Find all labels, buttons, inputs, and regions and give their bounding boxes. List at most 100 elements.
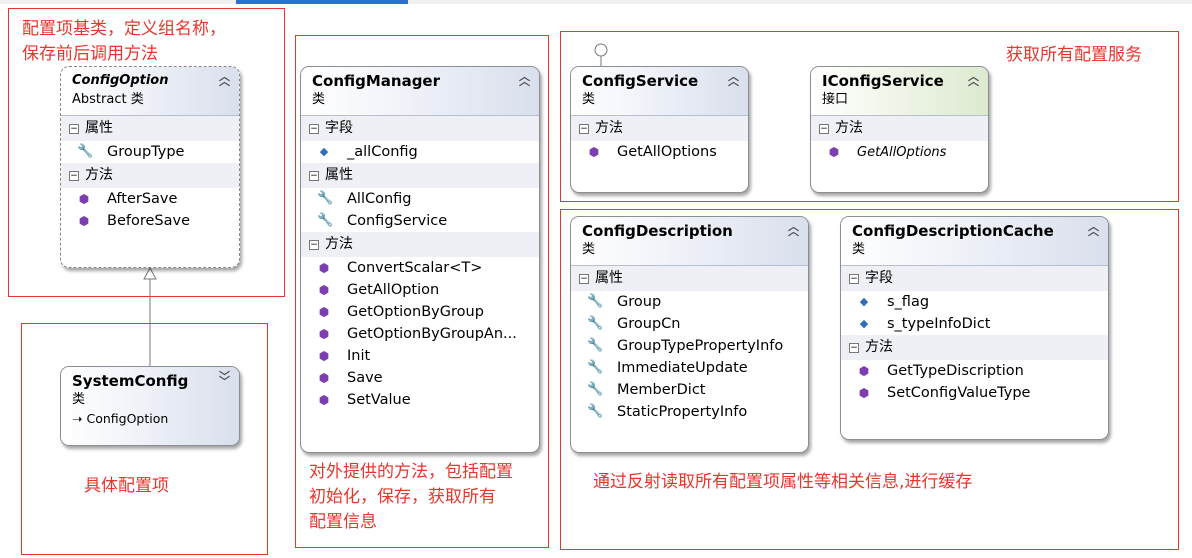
interface-name: IConfigService [822, 72, 944, 90]
class-header: SystemConfig 类 ➝ ConfigOption ﹀ ﹀ [61, 367, 239, 445]
active-tab-indicator [236, 0, 408, 4]
class-name: ConfigService [582, 72, 699, 90]
section-methods[interactable]: − 方法 [301, 232, 539, 257]
config-description-cache-class[interactable]: ConfigDescriptionCache 类 ︿ ︿ − 字段 ◆ s_flag … [840, 216, 1109, 440]
class-name: ConfigDescription [582, 222, 733, 240]
member-item[interactable]: 🔧 AllConfig [301, 188, 539, 210]
method-icon: ⬢ [318, 283, 330, 297]
interface-header: IConfigService 接口 ︿ ︿ [811, 67, 988, 116]
iconfig-service-interface[interactable]: IConfigService 接口 ︿ ︿ − 方法 ⬢ GetAllOptions [810, 66, 989, 193]
class-header: ConfigManager 类 ︿ ︿ [301, 67, 539, 116]
member-item[interactable]: ⬢ GetAllOption [301, 279, 539, 301]
service-note: 获取所有配置服务 [1006, 45, 1142, 65]
collapse-toggle-icon: − [309, 171, 319, 181]
section-methods[interactable]: − 方法 [841, 335, 1108, 360]
member-item[interactable]: ⬢ GetAllOptions [811, 141, 988, 163]
member-item[interactable]: ⬢ GetOptionByGroup [301, 301, 539, 323]
class-kind: 类 [852, 242, 866, 257]
top-tab-strip [0, 0, 1192, 4]
member-item[interactable]: ⬢ Save [301, 367, 539, 389]
section-fields[interactable]: − 字段 [301, 116, 539, 141]
section-properties[interactable]: − 属性 [301, 163, 539, 188]
private-field-icon: ◆ [319, 145, 329, 158]
member-item[interactable]: 🔧 ConfigService [301, 210, 539, 232]
member-item[interactable]: ⬢ SetValue [301, 389, 539, 411]
config-service-class[interactable]: ConfigService 类 ︿ ︿ − 方法 ⬢ GetAllOptions [570, 66, 749, 193]
method-icon: ⬢ [78, 214, 90, 228]
member-item[interactable]: ⬢ AfterSave [61, 188, 239, 210]
member-item[interactable]: ⬢ GetTypeDiscription [841, 360, 1108, 382]
wrench-icon: 🔧 [587, 382, 604, 397]
class-header: ConfigOption Abstract 类 ︿ ︿ [61, 67, 239, 116]
method-icon: ⬢ [318, 371, 330, 385]
section-methods[interactable]: − 方法 [571, 116, 748, 141]
member-item[interactable]: 🔧 ImmediateUpdate [571, 357, 808, 379]
wrench-icon: 🔧 [587, 404, 604, 419]
interface-lollipop-icon [594, 43, 608, 68]
member-item[interactable]: 🔧 GroupCn [571, 313, 808, 335]
collapse-chevron-icon[interactable]: ︿ ︿ [788, 221, 799, 237]
member-item[interactable]: ⬢ Init [301, 345, 539, 367]
base-class-note: 配置项基类，定义组名称， 保存前后调用方法 [22, 19, 226, 64]
member-item[interactable]: ⬢ BeforeSave [61, 210, 239, 232]
section-methods[interactable]: − 方法 [811, 116, 988, 141]
class-header: ConfigDescriptionCache 类 ︿ ︿ [841, 217, 1108, 266]
wrench-icon: 🔧 [317, 191, 334, 206]
class-name: ConfigManager [312, 72, 441, 90]
expand-chevron-icon[interactable]: ﹀ ﹀ [219, 371, 230, 387]
wrench-icon: 🔧 [587, 338, 604, 353]
config-description-class[interactable]: ConfigDescription 类 ︿ ︿ − 属性 🔧 Group 🔧 Group… [570, 216, 809, 453]
collapse-toggle-icon: − [69, 124, 79, 134]
section-properties[interactable]: − 属性 [61, 116, 239, 141]
member-item[interactable]: 🔧 GroupTypePropertyInfo [571, 335, 808, 357]
member-item[interactable]: 🔧 Group [571, 291, 808, 313]
method-icon: ⬢ [318, 393, 330, 407]
config-manager-class[interactable]: ConfigManager 类 ︿ ︿ − 字段 ◆ _allConfig − 属性 🔧… [300, 66, 540, 453]
private-field-icon: ◆ [859, 317, 869, 330]
wrench-icon: 🔧 [77, 144, 94, 159]
collapse-chevron-icon[interactable]: ︿ ︿ [1088, 221, 1099, 237]
collapse-chevron-icon[interactable]: ︿ ︿ [219, 71, 230, 87]
method-icon: ⬢ [828, 145, 840, 159]
collapse-toggle-icon: − [579, 274, 589, 284]
member-item[interactable]: ⬢ GetOptionByGroupAn... [301, 323, 539, 345]
section-properties[interactable]: − 属性 [571, 266, 808, 291]
method-icon: ⬢ [858, 364, 870, 378]
member-item[interactable]: ◆ s_flag [841, 291, 1108, 313]
wrench-icon: 🔧 [587, 360, 604, 375]
member-item[interactable]: 🔧 StaticPropertyInfo [571, 401, 808, 423]
class-kind: 类 [72, 392, 86, 407]
section-methods[interactable]: − 方法 [61, 163, 239, 188]
member-item[interactable]: ◆ _allConfig [301, 141, 539, 163]
member-item[interactable]: ◆ s_typeInfoDict [841, 313, 1108, 335]
method-icon: ⬢ [318, 327, 330, 341]
method-icon: ⬢ [318, 349, 330, 363]
system-config-class[interactable]: SystemConfig 类 ➝ ConfigOption ﹀ ﹀ [60, 366, 240, 446]
class-kind: 类 [582, 242, 596, 257]
inherit-arrow-icon: ➝ [72, 411, 83, 426]
collapse-chevron-icon[interactable]: ︿ ︿ [728, 71, 739, 87]
collapse-chevron-icon[interactable]: ︿ ︿ [519, 71, 530, 87]
wrench-icon: 🔧 [317, 213, 334, 228]
collapse-chevron-icon[interactable]: ︿ ︿ [968, 71, 979, 87]
class-kind: 类 [582, 92, 596, 107]
member-item[interactable]: ⬢ ConvertScalar<T> [301, 257, 539, 279]
collapse-toggle-icon: − [819, 124, 829, 134]
collapse-toggle-icon: − [579, 124, 589, 134]
base-class-label: ➝ ConfigOption [72, 411, 169, 426]
member-item[interactable]: 🔧 GroupType [61, 141, 239, 163]
wrench-icon: 🔧 [587, 294, 604, 309]
collapse-toggle-icon: − [849, 343, 859, 353]
member-item[interactable]: 🔧 MemberDict [571, 379, 808, 401]
member-item[interactable]: ⬢ SetConfigValueType [841, 382, 1108, 404]
collapse-toggle-icon: − [849, 274, 859, 284]
class-header: ConfigDescription 类 ︿ ︿ [571, 217, 808, 266]
manager-note: 对外提供的方法，包括配置 初始化，保存，获取所有 配置信息 [309, 462, 513, 532]
method-icon: ⬢ [318, 305, 330, 319]
config-option-class[interactable]: ConfigOption Abstract 类 ︿ ︿ − 属性 🔧 GroupTyp… [60, 66, 240, 268]
member-item[interactable]: ⬢ GetAllOptions [571, 141, 748, 163]
class-name: ConfigOption [72, 73, 169, 88]
section-fields[interactable]: − 字段 [841, 266, 1108, 291]
class-kind: Abstract 类 [72, 92, 144, 107]
interface-kind: 接口 [822, 92, 849, 107]
